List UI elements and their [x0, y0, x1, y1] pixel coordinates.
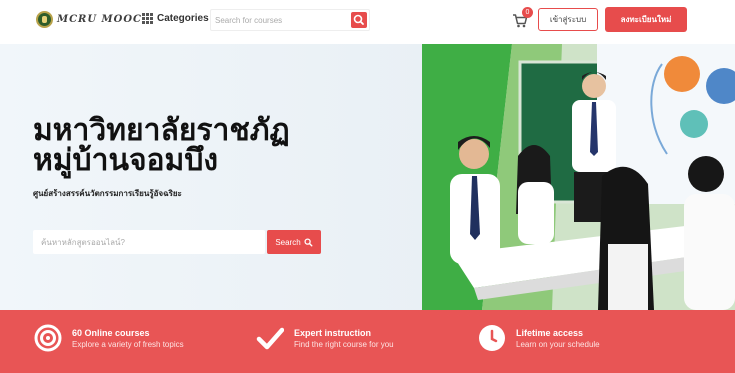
grid-icon — [142, 13, 153, 24]
feature-desc: Find the right course for you — [294, 339, 394, 349]
course-search-input[interactable] — [41, 235, 241, 249]
logo-text: MCRU MOOC — [57, 14, 142, 25]
header-search-input[interactable] — [215, 13, 345, 28]
hero-title-line-2: หมู่บ้านจอมบึง — [33, 144, 219, 177]
header-search — [210, 9, 370, 31]
hero-text-area — [0, 44, 430, 310]
site-logo[interactable]: MCRU MOOC — [36, 11, 142, 28]
hero-title: มหาวิทยาลัยราชภัฏ หมู่บ้านจอมบึง — [33, 116, 290, 176]
feature-title: Lifetime access — [516, 327, 584, 338]
hero-search-box — [33, 230, 265, 254]
classroom-photo — [422, 44, 735, 310]
search-icon — [353, 14, 364, 25]
feature-desc: Explore a variety of fresh topics — [72, 339, 184, 349]
search-icon — [304, 237, 313, 246]
check-icon — [256, 327, 284, 350]
hero-title-line-1: มหาวิทยาลัยราชภัฏ — [33, 114, 290, 147]
hero-subtitle: ศูนย์สร้างสรรค์นวัตกรรมการเรียนรู้อัจฉริ… — [33, 189, 182, 198]
feature-band: 60 Online courses Explore a variety of f… — [0, 310, 735, 373]
feature-title: Expert instruction — [294, 327, 372, 338]
target-icon — [34, 324, 62, 352]
feature-lifetime-access: Lifetime access Learn on your schedule — [478, 324, 600, 352]
feature-title: 60 Online courses — [72, 327, 150, 338]
top-navbar: MCRU MOOC Categories 0 เข้าสู่ระบบ ลงทะเ… — [0, 0, 735, 44]
categories-label: Categories — [157, 13, 209, 24]
header-search-button[interactable] — [351, 12, 367, 28]
cart-count-badge: 0 — [522, 7, 533, 18]
feature-online-courses: 60 Online courses Explore a variety of f… — [34, 324, 184, 352]
university-seal-icon — [36, 11, 53, 28]
categories-menu[interactable]: Categories — [142, 13, 209, 24]
login-button[interactable]: เข้าสู่ระบบ — [538, 8, 598, 31]
course-search-button[interactable]: Search — [267, 230, 321, 254]
clock-icon — [479, 325, 505, 351]
cart-button[interactable]: 0 — [512, 7, 533, 29]
register-button[interactable]: ลงทะเบียนใหม่ — [605, 7, 687, 32]
feature-desc: Learn on your schedule — [516, 339, 600, 349]
search-button-label: Search — [275, 237, 301, 247]
hero-section: มหาวิทยาลัยราชภัฏ หมู่บ้านจอมบึง ศูนย์สร… — [0, 44, 735, 310]
feature-expert-instruction: Expert instruction Find the right course… — [256, 324, 394, 352]
